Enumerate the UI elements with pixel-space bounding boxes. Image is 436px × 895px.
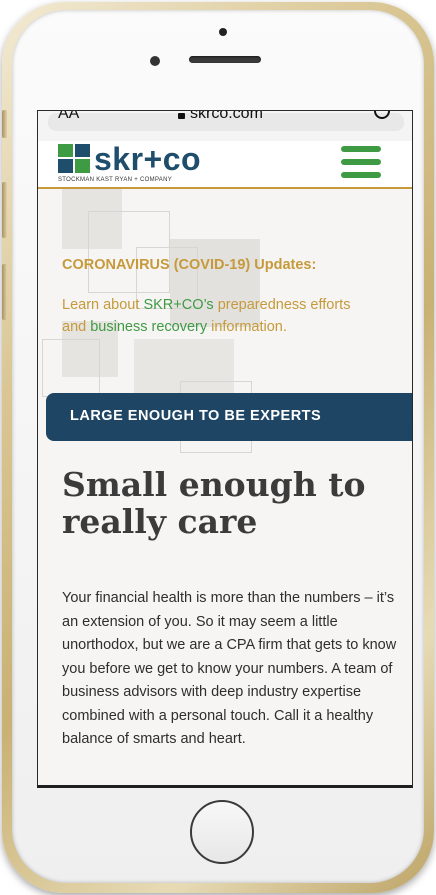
covid-text-part: and [62, 319, 91, 335]
covid-updates-title[interactable]: CORONAVIRUS (COVID-19) Updates: [62, 257, 316, 273]
covid-updates-text: Learn about SKR+CO’s preparedness effort… [62, 294, 392, 338]
covid-text-part: preparedness [213, 297, 311, 313]
logo-mark-icon[interactable] [58, 144, 90, 173]
url-text[interactable]: skrco.com [190, 111, 263, 123]
mute-switch [2, 110, 7, 138]
experts-banner: LARGE ENOUGH TO BE EXPERTS [46, 393, 412, 441]
earpiece-speaker [189, 56, 261, 63]
page-headline: Small enough to really care [62, 465, 366, 541]
intro-paragraph: Your financial health is more than the n… [62, 590, 397, 747]
home-button[interactable] [190, 800, 254, 864]
decorative-square-outline [42, 339, 100, 397]
logo-wordmark[interactable]: skr+co [94, 141, 201, 178]
page-content: CORONAVIRUS (COVID-19) Updates: Learn ab… [38, 189, 412, 785]
volume-down-button [2, 264, 7, 320]
logo-tagline: STOCKMAN KAST RYAN + COMPANY [58, 177, 173, 183]
covid-text-part: efforts [310, 297, 351, 313]
text-size-button[interactable]: AA [58, 111, 79, 123]
covid-link-skrco[interactable]: SKR+CO’s [143, 297, 213, 313]
volume-up-button [2, 182, 7, 238]
phone-screen: AA skrco.com skr+co STOCKMAN KAST RYAN +… [37, 110, 413, 788]
proximity-sensor [150, 56, 160, 66]
covid-text-part: Learn about [62, 297, 144, 313]
experts-banner-label: LARGE ENOUGH TO BE EXPERTS [70, 408, 322, 424]
browser-address-bar[interactable]: AA skrco.com [38, 111, 412, 141]
hamburger-menu-icon[interactable] [341, 146, 381, 179]
lock-icon [178, 113, 185, 119]
site-header: skr+co STOCKMAN KAST RYAN + COMPANY [38, 141, 412, 189]
covid-text-part: information. [207, 319, 287, 335]
front-camera [219, 28, 227, 36]
covid-link-business-recovery[interactable]: business recovery [90, 319, 207, 335]
